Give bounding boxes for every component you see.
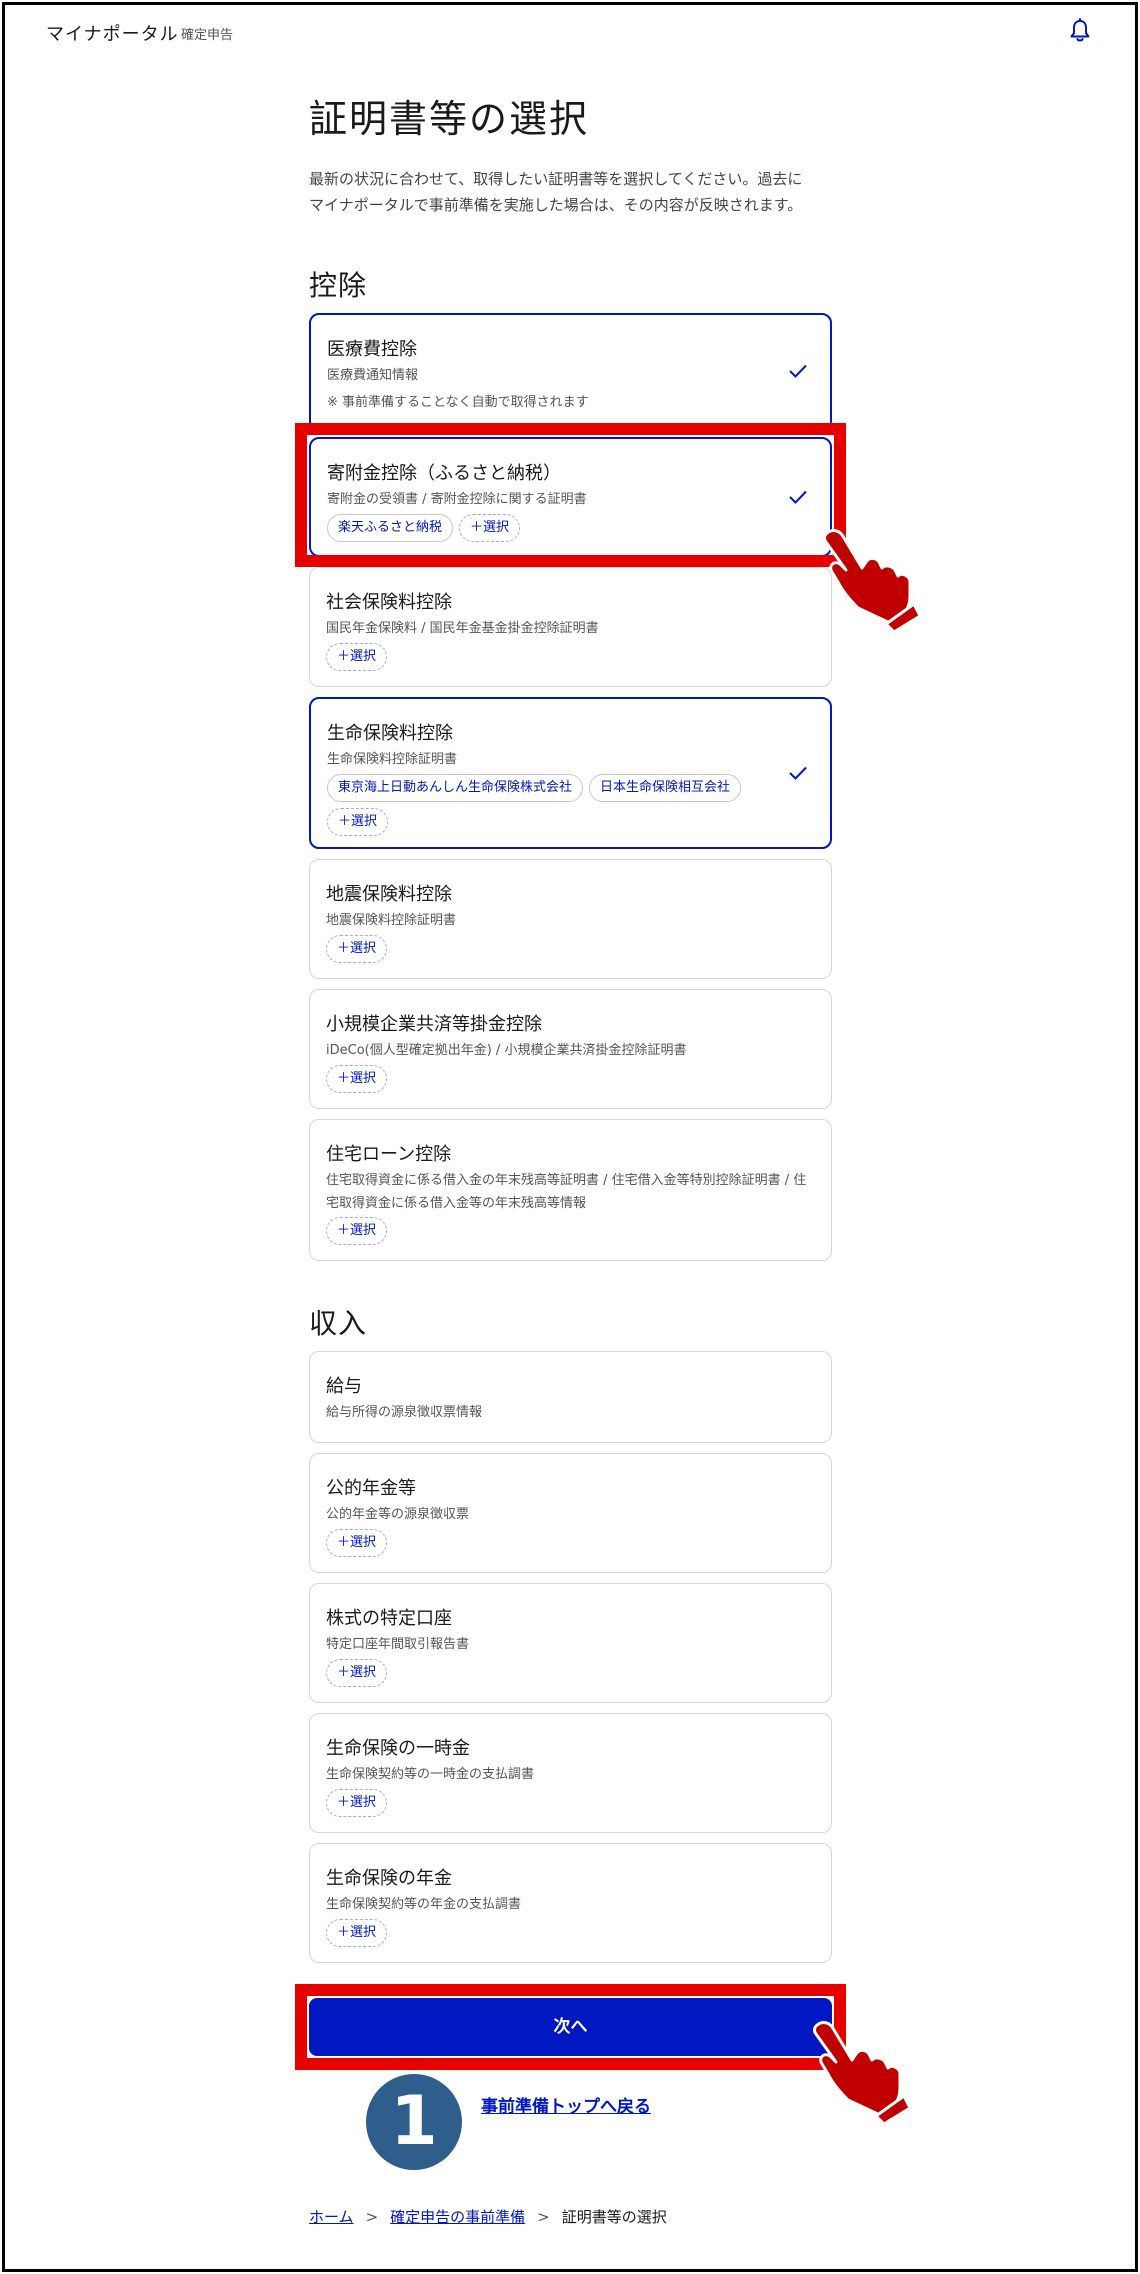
card-description: iDeCo(個人型確定拠出年金) / 小規模企業共済掛金控除証明書 <box>326 1043 687 1058</box>
card-title: 社会保険料控除 <box>326 592 452 613</box>
section-heading-deductions: 控除 <box>309 269 368 302</box>
card-description: 生命保険契約等の年金の支払調書 <box>326 1897 522 1912</box>
chip-group: ＋選択 <box>326 643 786 671</box>
add-select-chip[interactable]: ＋選択 <box>326 935 388 963</box>
brand-subtitle: 確定申告 <box>181 28 234 43</box>
card-title: 地震保険料控除 <box>326 884 452 905</box>
chip-group: ＋選択 <box>326 1789 786 1817</box>
top-bar: マイナポータル 確定申告 <box>0 0 1140 64</box>
card-title: 公的年金等 <box>326 1478 416 1499</box>
breadcrumb: ホーム > 確定申告の事前準備 > 証明書等の選択 <box>309 2206 667 2227</box>
card-title: 給与 <box>326 1376 362 1397</box>
card-description: 地震保険料控除証明書 <box>326 913 457 928</box>
card-life-insurance-annuity[interactable]: 生命保険の年金 生命保険契約等の年金の支払調書 ＋選択 <box>309 1843 832 1963</box>
card-title: 株式の特定口座 <box>326 1608 452 1629</box>
card-title: 生命保険の年金 <box>326 1868 452 1889</box>
breadcrumb-home[interactable]: ホーム <box>309 2206 354 2227</box>
add-select-chip[interactable]: ＋選択 <box>326 1789 388 1817</box>
card-description: 特定口座年間取引報告書 <box>326 1637 470 1652</box>
card-description: 住宅取得資金に係る借入金の年末残高等証明書 / 住宅借入金等特別控除証明書 / … <box>326 1173 807 1211</box>
breadcrumb-separator: > <box>537 2207 550 2226</box>
card-small-business-mutual-aid-deduction[interactable]: 小規模企業共済等掛金控除 iDeCo(個人型確定拠出年金) / 小規模企業共済掛… <box>309 989 832 1109</box>
add-select-chip[interactable]: ＋選択 <box>326 1919 388 1947</box>
card-public-pension[interactable]: 公的年金等 公的年金等の源泉徴収票 ＋選択 <box>309 1453 832 1573</box>
breadcrumb-parent[interactable]: 確定申告の事前準備 <box>390 2206 525 2227</box>
step-number-badge: 1 <box>366 2074 462 2170</box>
card-description: 国民年金保険料 / 国民年金基金掛金控除証明書 <box>326 621 599 636</box>
card-earthquake-insurance-deduction[interactable]: 地震保険料控除 地震保険料控除証明書 ＋選択 <box>309 859 832 979</box>
chip-group: 東京海上日動あんしん生命保険株式会社 日本生命保険相互会社 ＋選択 <box>327 774 787 836</box>
card-note: ※ 事前準備することなく自動で取得されます <box>327 395 589 410</box>
chip-selected-provider[interactable]: 日本生命保険相互会社 <box>589 774 742 802</box>
highlight-box-next <box>295 1984 846 2070</box>
card-description: 生命保険料控除証明書 <box>327 752 458 767</box>
card-description: 給与所得の源泉徴収票情報 <box>326 1405 483 1420</box>
breadcrumb-current: 証明書等の選択 <box>561 2208 667 2226</box>
chip-group: ＋選択 <box>326 1529 786 1557</box>
card-salary[interactable]: 給与 給与所得の源泉徴収票情報 <box>309 1351 832 1443</box>
back-to-top-link[interactable]: 事前準備トップへ戻る <box>481 2092 651 2117</box>
chip-group: ＋選択 <box>326 1065 786 1093</box>
add-select-chip[interactable]: ＋選択 <box>326 1065 388 1093</box>
breadcrumb-separator: > <box>365 2207 379 2226</box>
card-specified-account[interactable]: 株式の特定口座 特定口座年間取引報告書 ＋選択 <box>309 1583 832 1703</box>
card-medical-deduction[interactable]: 医療費控除 医療費通知情報 ※ 事前準備することなく自動で取得されます <box>309 313 832 431</box>
chip-group: ＋選択 <box>326 935 786 963</box>
add-select-chip[interactable]: ＋選択 <box>327 808 389 836</box>
card-title: 小規模企業共済等掛金控除 <box>326 1014 542 1035</box>
pointing-hand-icon <box>823 529 922 632</box>
pointing-hand-icon <box>813 2021 912 2124</box>
card-life-insurance-deduction[interactable]: 生命保険料控除 生命保険料控除証明書 東京海上日動あんしん生命保険株式会社 日本… <box>309 697 832 849</box>
card-title: 生命保険の一時金 <box>326 1738 470 1759</box>
section-heading-income: 収入 <box>309 1307 368 1340</box>
add-select-chip[interactable]: ＋選択 <box>326 1659 388 1687</box>
card-life-insurance-lump-sum[interactable]: 生命保険の一時金 生命保険契約等の一時金の支払調書 ＋選択 <box>309 1713 832 1833</box>
card-social-insurance-deduction[interactable]: 社会保険料控除 国民年金保険料 / 国民年金基金掛金控除証明書 ＋選択 <box>309 567 832 687</box>
checkmark-icon <box>789 364 807 378</box>
add-select-chip[interactable]: ＋選択 <box>326 643 388 671</box>
card-description: 医療費通知情報 <box>327 368 419 383</box>
highlight-box-donation <box>295 423 846 567</box>
brand-logo[interactable]: マイナポータル <box>46 20 179 46</box>
card-description: 公的年金等の源泉徴収票 <box>326 1507 470 1522</box>
chip-group: ＋選択 <box>326 1217 786 1245</box>
chip-selected-provider[interactable]: 東京海上日動あんしん生命保険株式会社 <box>327 774 584 802</box>
intro-text: 最新の状況に合わせて、取得したい証明書等を選択してください。過去に マイナポータ… <box>309 170 803 214</box>
card-housing-loan-deduction[interactable]: 住宅ローン控除 住宅取得資金に係る借入金の年末残高等証明書 / 住宅借入金等特別… <box>309 1119 832 1261</box>
page-title: 証明書等の選択 <box>309 97 590 141</box>
add-select-chip[interactable]: ＋選択 <box>326 1529 388 1557</box>
bell-icon[interactable] <box>1068 18 1092 44</box>
chip-group: ＋選択 <box>326 1919 786 1947</box>
card-title: 医療費控除 <box>327 339 417 360</box>
card-description: 生命保険契約等の一時金の支払調書 <box>326 1767 535 1782</box>
card-title: 生命保険料控除 <box>327 723 453 744</box>
chip-group: ＋選択 <box>326 1659 786 1687</box>
checkmark-icon <box>789 766 807 780</box>
add-select-chip[interactable]: ＋選択 <box>326 1217 388 1245</box>
card-title: 住宅ローン控除 <box>326 1144 452 1165</box>
